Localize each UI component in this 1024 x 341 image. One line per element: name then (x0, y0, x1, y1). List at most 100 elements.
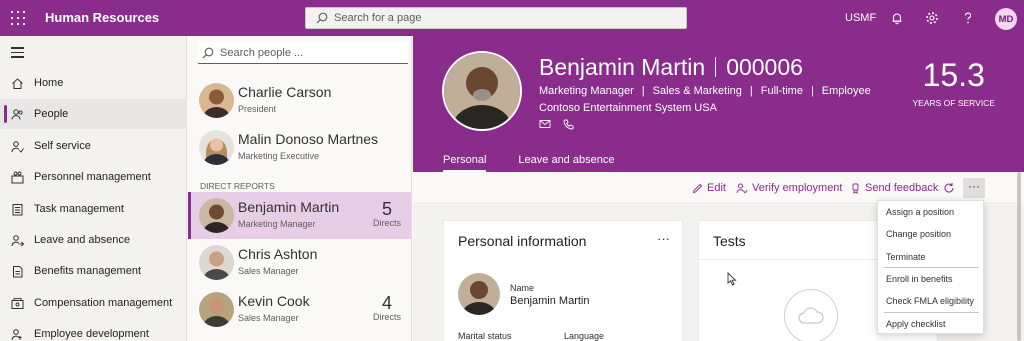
contact-actions (539, 119, 574, 130)
person-title: Sales Manager (238, 313, 299, 323)
directs-count: 5 Directs (373, 200, 401, 228)
person-list-item[interactable]: Chris Ashton Sales Manager (188, 239, 411, 286)
employee-department: Sales & Marketing (652, 85, 742, 97)
language-label: Language (564, 331, 605, 341)
mail-icon[interactable] (539, 119, 551, 129)
years-label: YEARS OF SERVICE (912, 98, 995, 108)
employee-avatar (458, 273, 500, 315)
verify-employment-button[interactable]: Verify employment (736, 182, 842, 194)
nav-item-self-service[interactable]: Self service (0, 131, 187, 161)
person-list-item-selected[interactable]: Benjamin Martin Marketing Manager 5 Dire… (188, 192, 411, 239)
verify-label: Verify employment (752, 182, 843, 194)
nav-label: Personnel management (34, 171, 151, 183)
nav-item-task-management[interactable]: Task management (0, 194, 187, 224)
nav-item-benefits-management[interactable]: Benefits management (0, 256, 187, 286)
send-feedback-button[interactable]: Send feedback (850, 182, 938, 194)
personnel-icon (10, 170, 24, 184)
nav-label: Employee development (34, 328, 149, 340)
search-people-input[interactable]: Search people ... (198, 42, 408, 64)
nav-label: Compensation management (34, 297, 173, 309)
employee-photo (442, 51, 522, 131)
menu-item-apply-checklist[interactable]: Apply checklist (878, 313, 985, 335)
menu-item-enroll-benefits[interactable]: Enroll in benefits (878, 268, 985, 290)
nav-item-leave-and-absence[interactable]: Leave and absence (0, 225, 187, 255)
nav-item-compensation-management[interactable]: Compensation management (0, 288, 187, 318)
nav-label: Benefits management (34, 265, 142, 277)
cloud-icon (784, 289, 838, 341)
nav-label: Home (34, 77, 64, 89)
card-title: Personal information (458, 233, 587, 249)
person-list-item[interactable]: Charlie Carson President (188, 77, 411, 124)
help-icon[interactable] (961, 11, 975, 25)
employee-header: Benjamin Martin 000006 Marketing Manager |… (413, 36, 1024, 172)
bell-icon[interactable] (890, 11, 904, 25)
company-selector[interactable]: USMF (845, 12, 876, 24)
search-placeholder: Search for a page (334, 12, 422, 24)
person-name: Chris Ashton (238, 246, 318, 262)
nav-item-employee-development[interactable]: Employee development (0, 319, 187, 341)
nav-label: People (34, 108, 69, 120)
employee-id: 000006 (726, 54, 803, 80)
directs-number: 5 (381, 199, 392, 219)
tab-leave-and-absence[interactable]: Leave and absence (518, 154, 614, 172)
top-bar: Human Resources Search for a page USMF M… (0, 0, 1024, 36)
search-icon (202, 47, 214, 58)
phone-icon[interactable] (563, 119, 574, 130)
hamburger-menu-icon[interactable] (11, 47, 24, 61)
avatar (199, 83, 234, 118)
name-value: Benjamin Martin (510, 295, 590, 307)
task-icon (10, 202, 24, 216)
employee-meta: Marketing Manager | Sales & Marketing | Full… (539, 85, 871, 97)
years-value: 15.3 (922, 57, 985, 93)
person-name: Kevin Cook (238, 293, 310, 309)
employee-name-heading: Benjamin Martin 000006 (539, 54, 803, 81)
app-launcher-icon[interactable] (11, 11, 25, 25)
nav-item-personnel-management[interactable]: Personnel management (0, 162, 187, 192)
card-more-button[interactable]: ··· (657, 231, 670, 246)
directs-label: Directs (372, 218, 401, 228)
person-name: Benjamin Martin (238, 199, 340, 215)
avatar (199, 198, 234, 233)
employee-tabs: Personal Leave and absence (443, 154, 614, 172)
tab-personal[interactable]: Personal (443, 154, 487, 172)
people-list-pane: Search people ... Charlie Carson Preside… (188, 36, 412, 341)
directs-number: 4 (381, 293, 392, 313)
directs-count: 4 Directs (373, 294, 401, 322)
employee-schedule: Full-time (760, 85, 803, 97)
person-title: Marketing Manager (238, 219, 316, 229)
menu-item-terminate[interactable]: Terminate (878, 246, 985, 268)
refresh-icon[interactable] (943, 182, 955, 194)
user-avatar[interactable]: MD (995, 8, 1017, 30)
more-actions-button[interactable]: ··· (963, 178, 985, 198)
nav-item-people[interactable]: People (0, 99, 187, 129)
mouse-cursor-icon (727, 272, 737, 286)
person-title: Marketing Executive (238, 151, 320, 161)
years-of-service: 15.3 YEARS OF SERVICE (912, 58, 995, 108)
search-icon (316, 12, 328, 24)
person-list-item[interactable]: Kevin Cook Sales Manager 4 Directs (188, 286, 411, 333)
employee-type: Employee (821, 85, 871, 97)
more-actions-menu: Assign a position Change position Termin… (877, 200, 984, 334)
person-name: Charlie Carson (238, 84, 332, 100)
menu-item-assign-position[interactable]: Assign a position (878, 201, 985, 223)
left-navigation: Home People Self service Personnel manag… (0, 36, 187, 341)
menu-item-check-fmla[interactable]: Check FMLA eligibility (878, 290, 985, 312)
nav-label: Task management (34, 203, 124, 215)
app-title[interactable]: Human Resources (45, 10, 159, 25)
edit-button[interactable]: Edit (692, 182, 726, 194)
person-title: President (238, 104, 277, 114)
gear-icon[interactable] (925, 11, 939, 25)
nav-item-home[interactable]: Home (0, 68, 187, 98)
home-icon (10, 76, 24, 90)
compensation-icon (10, 296, 24, 310)
page-search-input[interactable]: Search for a page (305, 7, 687, 29)
benefits-icon (10, 264, 24, 278)
name-label: Name (510, 283, 535, 293)
person-list-item[interactable]: Malin Donoso Martnes Marketing Executive (188, 124, 411, 171)
employee-position: Marketing Manager (539, 85, 634, 97)
scrollbar[interactable] (1017, 172, 1021, 341)
card-title: Tests (713, 233, 746, 249)
avatar (199, 245, 234, 280)
direct-reports-label: DIRECT REPORTS (200, 181, 275, 191)
menu-item-change-position[interactable]: Change position (878, 223, 985, 245)
